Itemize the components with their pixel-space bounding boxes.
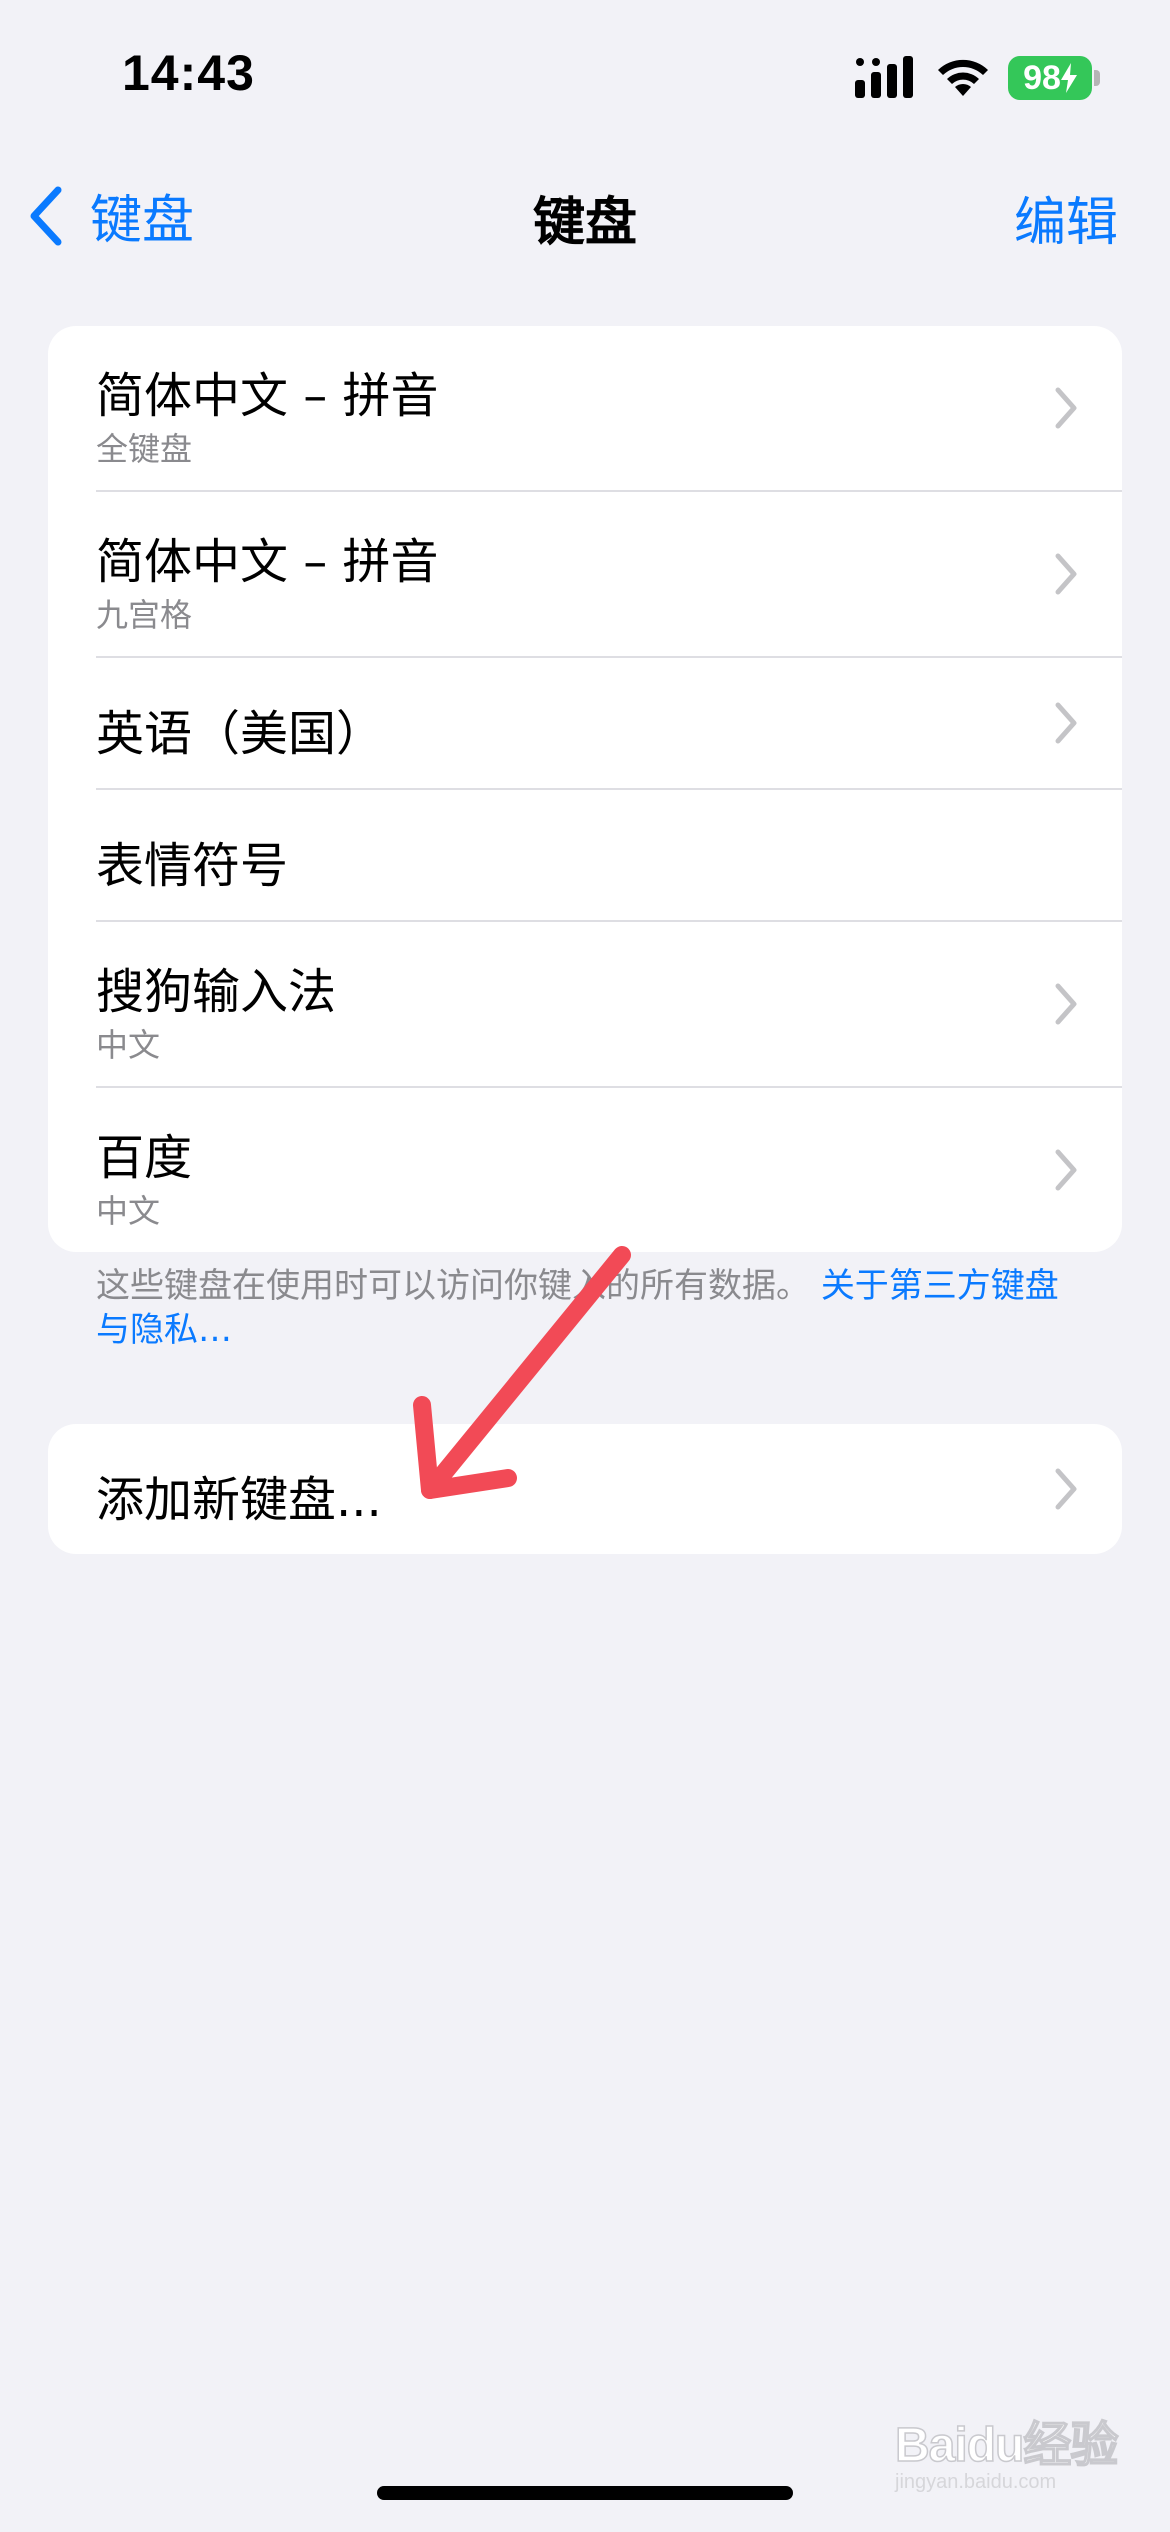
- navigation-bar: 键盘 键盘 编辑: [0, 150, 1170, 260]
- chevron-right-icon: [1055, 387, 1077, 429]
- chevron-right-icon: [1055, 1149, 1077, 1191]
- keyboard-item-title: 百度: [96, 1130, 193, 1186]
- cellular-signal-icon: [855, 56, 913, 98]
- keyboard-list: 简体中文 – 拼音 全键盘 简体中文 – 拼音 九宫格 英语（美国） 表情符号 …: [48, 326, 1122, 1252]
- charging-bolt-icon: [1060, 63, 1077, 93]
- add-keyboard-group: 添加新键盘...: [48, 1424, 1122, 1554]
- keyboard-item-subtitle: 中文: [96, 1192, 161, 1230]
- keyboard-item-pinyin-9key[interactable]: 简体中文 – 拼音 九宫格: [96, 492, 1122, 658]
- status-time: 14:43: [122, 45, 255, 101]
- keyboard-item-subtitle: 全键盘: [96, 430, 193, 468]
- add-keyboard-button[interactable]: 添加新键盘...: [48, 1424, 1122, 1554]
- add-keyboard-label: 添加新键盘...: [96, 1472, 382, 1528]
- battery-icon: 98: [1008, 56, 1092, 100]
- battery-level: 98: [1023, 58, 1061, 97]
- keyboard-item-title: 表情符号: [96, 838, 289, 894]
- wifi-icon: [938, 59, 988, 96]
- chevron-right-icon: [1055, 1468, 1077, 1510]
- watermark-url: jingyan.baidu.com: [895, 2471, 1057, 2493]
- keyboard-item-title: 简体中文 – 拼音: [96, 368, 439, 424]
- status-bar: 14:43 98: [0, 0, 1170, 150]
- edit-button[interactable]: 编辑: [1014, 180, 1118, 255]
- keyboard-item-english-us[interactable]: 英语（美国）: [96, 658, 1122, 790]
- keyboard-item-subtitle: 九宫格: [96, 596, 193, 634]
- home-indicator[interactable]: [377, 2486, 793, 2500]
- keyboard-item-sogou[interactable]: 搜狗输入法 中文: [96, 922, 1122, 1088]
- baidu-watermark: Baidu经验 jingyan.baidu.com: [894, 2405, 1135, 2505]
- privacy-note: 这些键盘在使用时可以访问你键入的所有数据。 关于第三方键盘与隐私…: [96, 1264, 1076, 1352]
- keyboard-item-emoji[interactable]: 表情符号: [96, 790, 1122, 922]
- keyboard-item-baidu[interactable]: 百度 中文: [96, 1088, 1122, 1252]
- chevron-right-icon: [1055, 983, 1077, 1025]
- keyboard-item-title: 搜狗输入法: [96, 964, 337, 1020]
- keyboard-item-subtitle: 中文: [96, 1026, 161, 1064]
- page-title: 键盘: [532, 193, 637, 253]
- watermark-brand: Baidu经验: [894, 2418, 1119, 2473]
- chevron-right-icon: [1055, 702, 1077, 744]
- keyboard-item-title: 英语（美国）: [96, 706, 385, 762]
- keyboard-item-title: 简体中文 – 拼音: [96, 534, 439, 590]
- privacy-note-text: 这些键盘在使用时可以访问你键入的所有数据。: [96, 1266, 810, 1306]
- chevron-right-icon: [1055, 553, 1077, 595]
- keyboard-item-pinyin-full[interactable]: 简体中文 – 拼音 全键盘: [96, 326, 1122, 492]
- battery-cap: [1094, 70, 1100, 86]
